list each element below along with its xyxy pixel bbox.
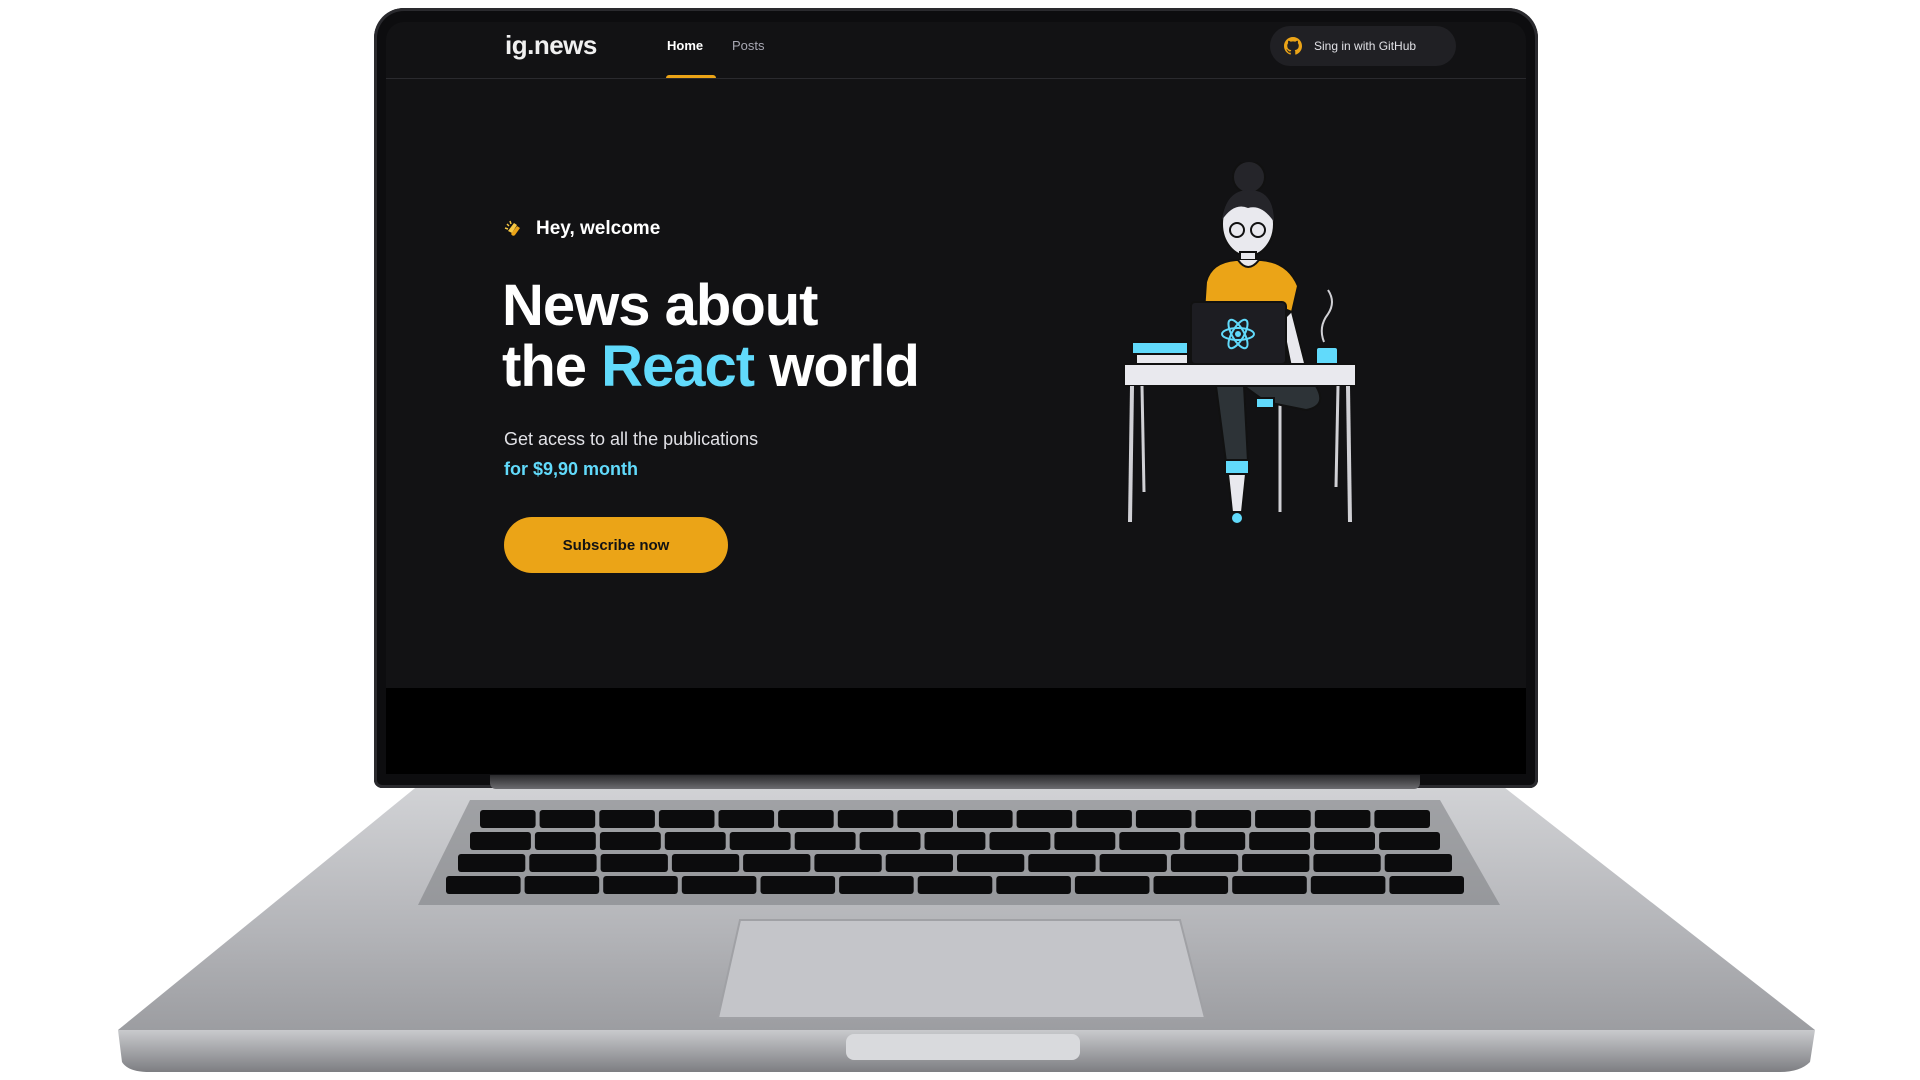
headline-highlight: React: [601, 334, 755, 399]
keyboard-key: [1195, 810, 1252, 828]
keyboard-key: [600, 854, 668, 872]
laptop-screen: ig.news Home Posts Sing in with GitHub H…: [386, 22, 1526, 688]
keyboard-key: [1255, 810, 1311, 828]
headline-suffix: world: [769, 334, 920, 399]
keyboard-key: [539, 810, 596, 828]
keyboard-key: [599, 832, 661, 850]
keyboard-key: [1249, 832, 1311, 850]
hero-illustration: [1123, 162, 1357, 523]
keyboard-key: [1135, 810, 1192, 828]
keyboard-key: [1184, 832, 1246, 850]
keyboard-key: [1384, 854, 1452, 872]
keyboard-key: [859, 832, 921, 850]
site-logo[interactable]: ig.news: [505, 30, 597, 61]
laptop-hinge: [490, 775, 1420, 789]
subscribe-button[interactable]: Subscribe now: [504, 517, 728, 573]
keyboard-key: [1310, 876, 1386, 894]
keyboard-key: [837, 810, 894, 828]
keyboard-key: [446, 876, 521, 894]
keyboard-key: [729, 832, 791, 850]
site-header: ig.news Home Posts Sing in with GitHub: [386, 22, 1526, 79]
keyboard-key: [524, 876, 600, 894]
keyboard-key: [603, 876, 678, 894]
keyboard-key: [897, 810, 953, 828]
hero-price: for $9,90 month: [504, 459, 639, 479]
nav-active-indicator: [666, 75, 716, 78]
keyboard-key: [1074, 876, 1150, 894]
keyboard-key: [885, 854, 953, 872]
signin-label: Sing in with GitHub: [1314, 39, 1417, 53]
keyboard-key: [480, 810, 536, 828]
keyboard-key: [664, 832, 726, 850]
keyboard-key: [957, 810, 1013, 828]
keyboard-key: [794, 832, 856, 850]
keyboard-key: [957, 854, 1025, 872]
keyboard-key: [1054, 832, 1116, 850]
keyboard-key: [1099, 854, 1167, 872]
keyboard-key: [1232, 876, 1307, 894]
keyboard-key: [1076, 810, 1132, 828]
github-icon: [1284, 37, 1302, 55]
keyboard-key: [1374, 810, 1430, 828]
keyboard-key: [996, 876, 1071, 894]
keyboard-key: [1389, 876, 1464, 894]
keyboard-key: [1314, 810, 1371, 828]
keyboard-key: [1028, 854, 1096, 872]
signin-github-button[interactable]: Sing in with GitHub: [1270, 26, 1456, 66]
keyboard-key: [814, 854, 882, 872]
keyboard-key: [1242, 854, 1310, 872]
keyboard-key: [760, 876, 836, 894]
keyboard-key: [1153, 876, 1229, 894]
keyboard-key: [1016, 810, 1073, 828]
keyboard-key: [529, 854, 597, 872]
keyboard-key: [778, 810, 834, 828]
keyboard-key: [681, 876, 757, 894]
keyboard-key: [924, 832, 986, 850]
hero-subtitle: Get acess to all the publications: [504, 429, 759, 449]
keyboard-key: [599, 810, 655, 828]
greeting-label: Hey, welcome: [536, 218, 661, 239]
keyboard-key: [470, 832, 531, 850]
keyboard-key: [1314, 832, 1375, 850]
keyboard-key: [458, 854, 526, 872]
keyboard-key: [1313, 854, 1381, 872]
keyboard-key: [917, 876, 993, 894]
keyboard-key: [1170, 854, 1239, 872]
hero-headline: News about the React world: [502, 273, 920, 399]
nav-home-link[interactable]: Home: [667, 38, 703, 53]
keyboard-key: [534, 832, 596, 850]
welcome-text: Hey, welcome: [504, 218, 660, 240]
keyboard-key: [671, 854, 740, 872]
keyboard-key: [1119, 832, 1181, 850]
keyboard-key: [718, 810, 775, 828]
keyboard-key: [658, 810, 715, 828]
clap-icon: [504, 220, 520, 236]
keyboard-key: [1379, 832, 1440, 850]
laptop-mockup: ig.news Home Posts Sing in with GitHub H…: [0, 0, 1920, 1080]
screen-bottom-band: [386, 688, 1526, 774]
headline-prefix: the: [502, 334, 587, 399]
keyboard-key: [743, 854, 811, 872]
nav-posts-link[interactable]: Posts: [732, 38, 765, 53]
keyboard-key: [839, 876, 914, 894]
headline-line1: News about: [502, 273, 818, 338]
keyboard-key: [989, 832, 1051, 850]
